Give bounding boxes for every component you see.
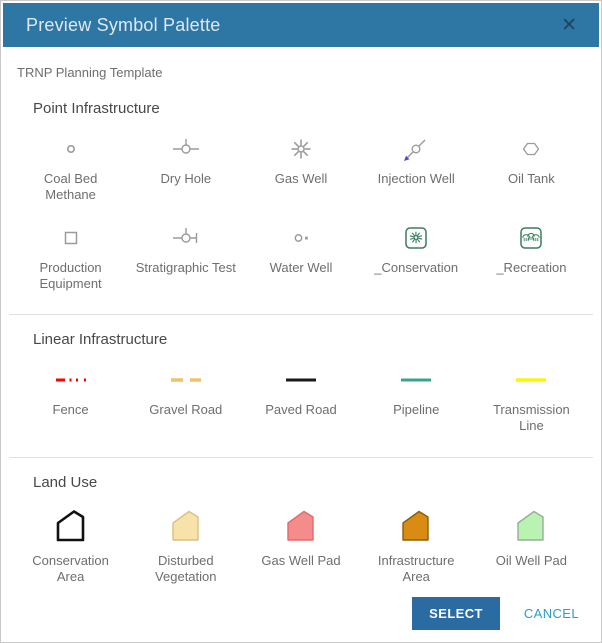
symbol-label: Gas Well Pad xyxy=(261,553,340,569)
symbol-label: Dry Hole xyxy=(161,171,212,187)
transmission-line-icon xyxy=(508,362,554,398)
symbol-item-production-equipment: Production Equipment xyxy=(15,220,126,293)
section-divider xyxy=(9,314,593,315)
dry-hole-icon xyxy=(169,131,203,167)
select-button[interactable]: SELECT xyxy=(412,597,500,630)
symbol-item-oil-tank: Oil Tank xyxy=(476,131,587,204)
fence-line-icon xyxy=(48,362,94,398)
template-name: TRNP Planning Template xyxy=(17,65,585,80)
oil-well-pad-polygon-icon xyxy=(509,505,553,549)
symbol-item-disturbed-vegetation: Disturbed Vegetation xyxy=(130,505,241,586)
symbol-item-paved-road: Paved Road xyxy=(245,362,356,435)
cancel-button[interactable]: CANCEL xyxy=(524,606,579,621)
symbol-label: Infrastructure Area xyxy=(364,553,468,586)
section-divider xyxy=(9,457,593,458)
dialog-footer: SELECT CANCEL xyxy=(1,585,601,643)
symbol-item-injection-well: Injection Well xyxy=(361,131,472,204)
recreation-point-icon xyxy=(514,220,548,256)
water-well-icon xyxy=(284,220,318,256)
dialog-header: Preview Symbol Palette ✕ xyxy=(3,3,599,47)
symbol-item-coal-bed-methane: Coal Bed Methane xyxy=(15,131,126,204)
symbol-label: _Recreation xyxy=(496,260,566,276)
symbol-item-gas-well-pad: Gas Well Pad xyxy=(245,505,356,586)
symbol-item-water-well: Water Well xyxy=(245,220,356,293)
symbol-label: Disturbed Vegetation xyxy=(134,553,238,586)
symbol-item-oil-well-pad: Oil Well Pad xyxy=(476,505,587,586)
gas-well-icon xyxy=(284,131,318,167)
symbol-item-conservation-area: Conservation Area xyxy=(15,505,126,586)
symbol-grid: Conservation Area Disturbed Vegetation Gas… xyxy=(15,505,587,586)
symbol-item-fence: Fence xyxy=(15,362,126,435)
symbol-item-pipeline: Pipeline xyxy=(361,362,472,435)
symbol-item-conservation: _Conservation xyxy=(361,220,472,293)
symbol-label: Conservation Area xyxy=(19,553,123,586)
paved-road-line-icon xyxy=(278,362,324,398)
symbol-label: _Conservation xyxy=(374,260,458,276)
symbol-item-dry-hole: Dry Hole xyxy=(130,131,241,204)
symbol-item-recreation: _Recreation xyxy=(476,220,587,293)
symbol-label: Injection Well xyxy=(378,171,455,187)
symbol-label: Production Equipment xyxy=(19,260,123,293)
section-heading-point-infrastructure: Point Infrastructure xyxy=(33,100,585,117)
close-icon[interactable]: ✕ xyxy=(555,12,583,39)
oil-tank-icon xyxy=(514,131,548,167)
symbol-label: Oil Tank xyxy=(508,171,555,187)
gravel-road-line-icon xyxy=(163,362,209,398)
symbol-label: Water Well xyxy=(270,260,333,276)
symbol-label: Oil Well Pad xyxy=(496,553,567,569)
coal-bed-methane-icon xyxy=(54,131,88,167)
symbol-label: Coal Bed Methane xyxy=(19,171,123,204)
infrastructure-area-polygon-icon xyxy=(394,505,438,549)
symbol-label: Pipeline xyxy=(393,402,439,418)
symbol-item-transmission-line: Transmission Line xyxy=(476,362,587,435)
gas-well-pad-polygon-icon xyxy=(279,505,323,549)
section-heading-linear-infrastructure: Linear Infrastructure xyxy=(33,331,585,348)
conservation-point-icon xyxy=(399,220,433,256)
injection-well-icon xyxy=(399,131,433,167)
symbol-item-gravel-road: Gravel Road xyxy=(130,362,241,435)
symbol-item-gas-well: Gas Well xyxy=(245,131,356,204)
symbol-item-stratigraphic-test: Stratigraphic Test xyxy=(130,220,241,293)
disturbed-vegetation-polygon-icon xyxy=(164,505,208,549)
dialog-title: Preview Symbol Palette xyxy=(26,15,555,36)
stratigraphic-test-icon xyxy=(169,220,203,256)
symbol-label: Gas Well xyxy=(275,171,328,187)
symbol-grid: Coal Bed Methane Dry Hole Gas Well Injectio… xyxy=(15,131,587,292)
symbol-sections: Point Infrastructure Coal Bed Methane Dry … xyxy=(1,84,601,585)
symbol-label: Paved Road xyxy=(265,402,337,418)
symbol-label: Transmission Line xyxy=(479,402,583,435)
production-equipment-icon xyxy=(54,220,88,256)
symbol-label: Gravel Road xyxy=(149,402,222,418)
symbol-label: Fence xyxy=(53,402,89,418)
symbol-grid: Fence Gravel Road Paved Road Pipeline Transm… xyxy=(15,362,587,435)
preview-symbol-palette-dialog: Preview Symbol Palette ✕ TRNP Planning T… xyxy=(0,0,602,643)
conservation-area-polygon-icon xyxy=(49,505,93,549)
pipeline-line-icon xyxy=(393,362,439,398)
section-heading-land-use: Land Use xyxy=(33,474,585,491)
symbol-item-infrastructure-area: Infrastructure Area xyxy=(361,505,472,586)
symbol-label: Stratigraphic Test xyxy=(136,260,236,276)
